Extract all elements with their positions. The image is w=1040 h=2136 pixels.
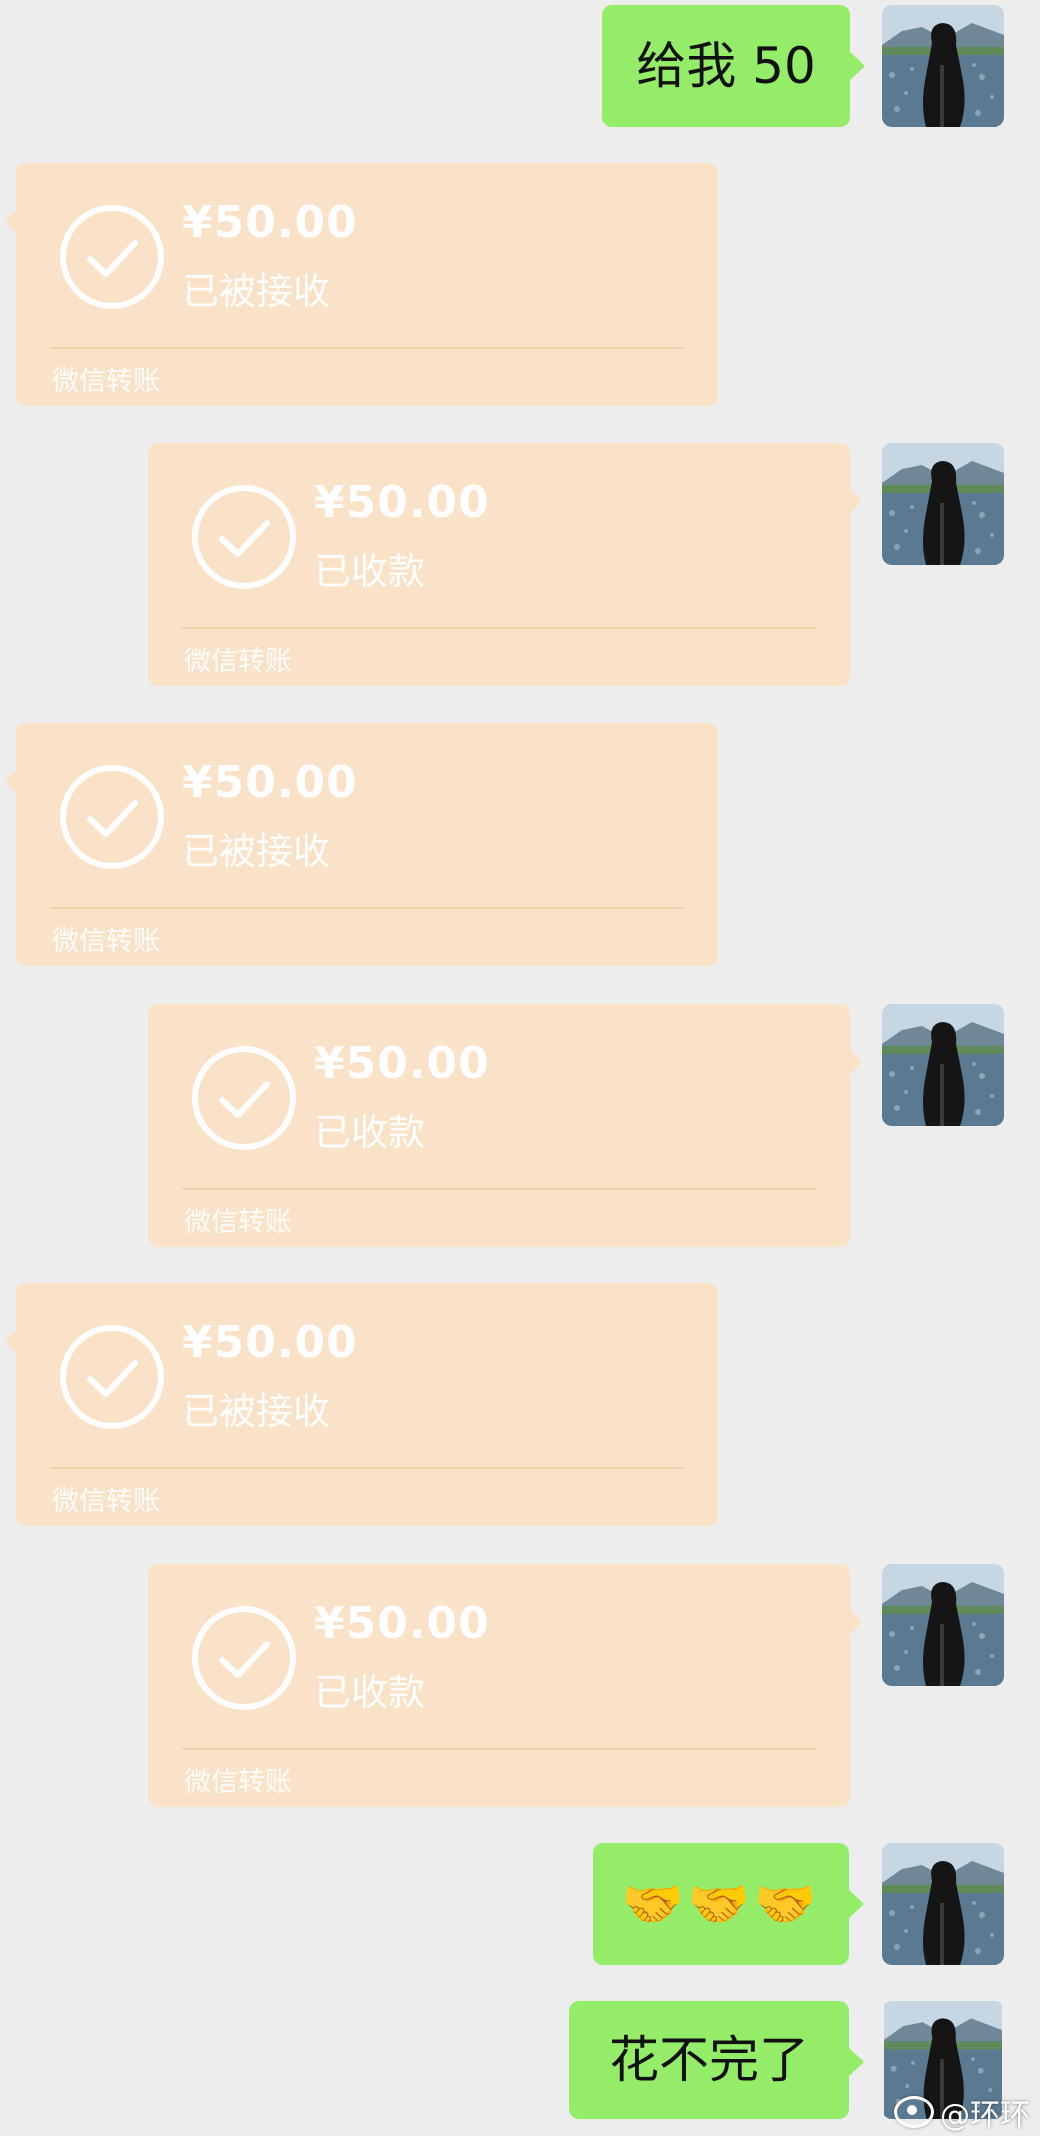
check-circle-icon [190,483,298,591]
transfer-card[interactable]: ¥50.00 已被接收 微信转账 [5,163,718,406]
transfer-label: 微信转账 [52,366,160,397]
divider [182,627,816,629]
divider [182,1188,816,1190]
check-circle-icon [190,1604,298,1712]
transfer-status: 已被接收 [182,1390,330,1433]
divider [50,347,684,349]
transfer-amount: ¥50.00 [314,1038,490,1089]
transfer-card[interactable]: ¥50.00 已收款 微信转账 [148,1004,862,1247]
divider [50,907,684,909]
handshake-emoji-icon: 🤝🤝🤝 [621,1875,821,1933]
avatar[interactable] [882,1843,1004,1965]
check-circle-icon [58,203,166,311]
avatar-photo-icon [882,1843,1004,1965]
transfer-amount: ¥50.00 [314,477,490,528]
transfer-card[interactable]: ¥50.00 已收款 微信转账 [148,443,862,686]
message-bubble-sent[interactable]: 花不完了 [569,2001,864,2119]
transfer-amount: ¥50.00 [182,197,358,248]
transfer-label: 微信转账 [184,646,292,677]
transfer-amount: ¥50.00 [182,757,358,808]
avatar[interactable] [882,443,1004,565]
check-circle-icon [58,763,166,871]
avatar-photo-icon [882,443,1004,565]
transfer-amount: ¥50.00 [182,1317,358,1368]
avatar[interactable] [882,5,1004,127]
avatar-photo-icon [882,1004,1004,1126]
transfer-card[interactable]: ¥50.00 已收款 微信转账 [148,1564,862,1807]
check-circle-icon [190,1044,298,1152]
transfer-card[interactable]: ¥50.00 已被接收 微信转账 [5,1283,718,1526]
transfer-label: 微信转账 [52,926,160,957]
transfer-status: 已被接收 [182,830,330,873]
message-bubble-sent[interactable]: 🤝🤝🤝 [593,1843,864,1965]
weibo-eye-icon [894,2096,934,2128]
transfer-label: 微信转账 [184,1207,292,1238]
avatar[interactable] [882,1564,1004,1686]
divider [182,1748,816,1750]
transfer-status: 已收款 [314,1111,425,1154]
avatar-photo-icon [882,5,1004,127]
transfer-label: 微信转账 [52,1486,160,1517]
transfer-label: 微信转账 [184,1767,292,1798]
check-circle-icon [58,1323,166,1431]
avatar[interactable] [882,1004,1004,1126]
avatar-photo-icon [882,1564,1004,1686]
transfer-card[interactable]: ¥50.00 已被接收 微信转账 [5,723,718,966]
message-text: 给我 50 [636,37,816,95]
watermark-text: @环环 [940,2098,1030,2133]
transfer-status: 已收款 [314,1671,425,1714]
transfer-status: 已收款 [314,550,425,593]
watermark: @环环 [894,2090,1030,2134]
transfer-amount: ¥50.00 [314,1598,490,1649]
message-bubble-sent[interactable]: 给我 50 [602,5,865,127]
message-text: 花不完了 [609,2031,809,2089]
divider [50,1467,684,1469]
transfer-status: 已被接收 [182,270,330,313]
